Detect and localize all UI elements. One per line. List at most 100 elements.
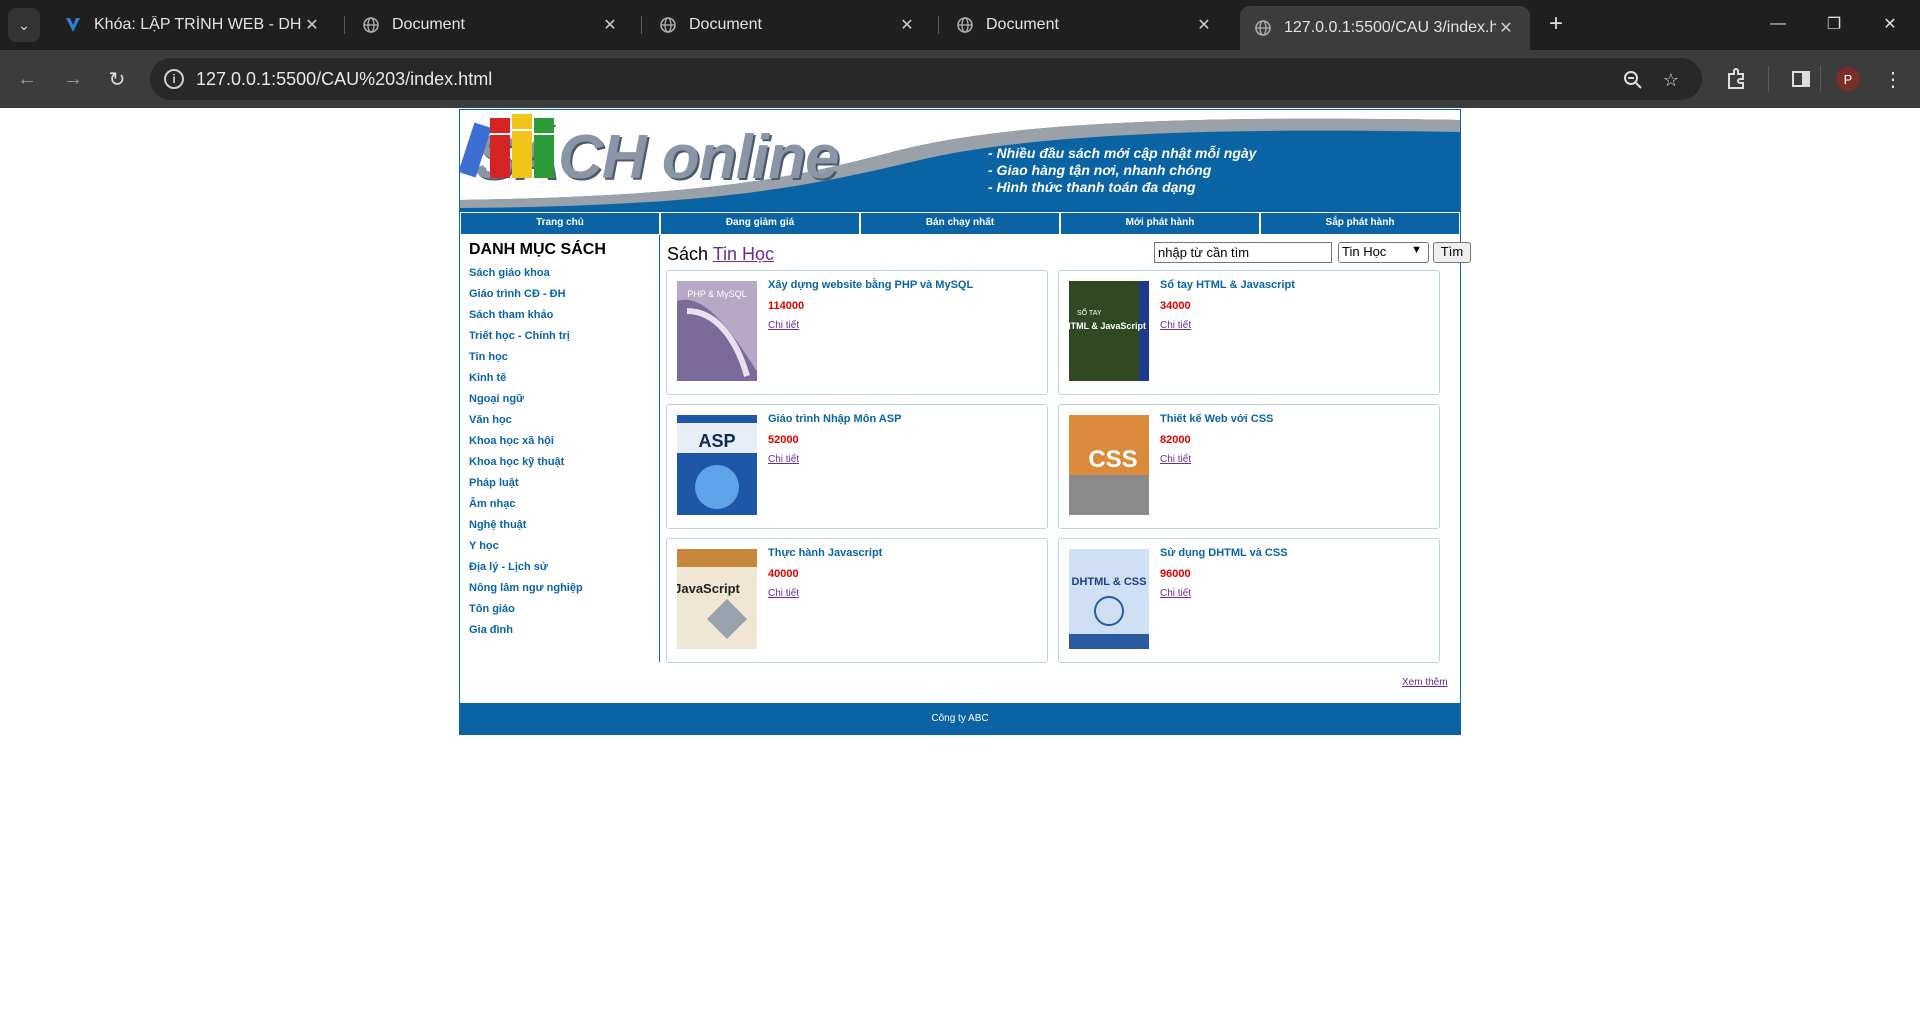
detail-link[interactable]: Chi tiết: [768, 320, 799, 331]
category-item[interactable]: Kinh tế: [469, 372, 583, 393]
page-title: Sách Tin Học: [667, 244, 774, 265]
new-tab-button[interactable]: +: [1542, 10, 1570, 38]
product-price: 52000: [768, 434, 799, 446]
product-card: CSS Thiết kế Web với CSS 82000 Chi tiết: [1058, 404, 1440, 529]
restore-button[interactable]: ❐: [1806, 0, 1862, 48]
info-icon[interactable]: i: [164, 69, 184, 89]
product-title[interactable]: Thiết kế Web với CSS: [1160, 413, 1273, 425]
book-cover-image[interactable]: DHTML & CSS: [1069, 549, 1149, 649]
svg-text:JavaScript: JavaScript: [677, 581, 741, 596]
category-item[interactable]: Sách tham khảo: [469, 309, 583, 330]
category-item[interactable]: Ngoại ngữ: [469, 393, 583, 414]
reload-button[interactable]: ↻: [100, 62, 134, 96]
category-item[interactable]: Y học: [469, 540, 583, 561]
category-item[interactable]: Khoa học xã hội: [469, 435, 583, 456]
profile-avatar[interactable]: P: [1836, 67, 1860, 91]
category-item[interactable]: Nghệ thuật: [469, 519, 583, 540]
product-title[interactable]: Giáo trình Nhập Môn ASP: [768, 413, 901, 425]
book-cover-image[interactable]: JavaScript: [677, 549, 757, 649]
category-item[interactable]: Gia đình: [469, 624, 583, 645]
back-button[interactable]: ←: [10, 62, 44, 96]
tab-active-index[interactable]: 127.0.0.1:5500/CAU 3/index.htm ✕: [1240, 6, 1530, 50]
side-panel-icon[interactable]: [1784, 62, 1818, 96]
close-icon[interactable]: ✕: [897, 15, 917, 35]
detail-link[interactable]: Chi tiết: [1160, 454, 1191, 465]
menu-item-discount[interactable]: Đang giảm giá: [660, 213, 860, 235]
main-menu: Trang chủ Đang giảm giá Bán chạy nhất Mớ…: [460, 213, 1460, 235]
detail-link[interactable]: Chi tiết: [1160, 588, 1191, 599]
view-more-link[interactable]: Xem thêm: [1402, 677, 1448, 688]
product-title[interactable]: Thực hành Javascript: [768, 547, 882, 559]
sidebar-title: DANH MỤC SÁCH: [469, 241, 606, 258]
product-price: 96000: [1160, 568, 1191, 580]
address-bar[interactable]: i 127.0.0.1:5500/CAU%203/index.html ☆: [150, 58, 1702, 100]
product-card: PHP & MySQL Xây dựng website bằng PHP và…: [666, 270, 1048, 395]
product-price: 40000: [768, 568, 799, 580]
category-item[interactable]: Giáo trình CĐ - ĐH: [469, 288, 583, 309]
books-icon: [460, 114, 554, 178]
category-item[interactable]: Sách giáo khoa: [469, 267, 583, 288]
book-cover-image[interactable]: ASP: [677, 415, 757, 515]
forward-button[interactable]: →: [56, 62, 90, 96]
close-icon[interactable]: ✕: [1194, 15, 1214, 35]
chevron-down-icon: ▼: [1411, 244, 1422, 256]
product-title[interactable]: Sử dụng DHTML và CSS: [1160, 547, 1288, 559]
tab-title: Document: [689, 16, 762, 33]
tab-course[interactable]: Khóa: LẬP TRÌNH WEB - DH22 - ✕: [50, 6, 336, 44]
category-item[interactable]: Âm nhạc: [469, 498, 583, 519]
category-item[interactable]: Văn học: [469, 414, 583, 435]
tab-document-1[interactable]: Document ✕: [348, 6, 634, 44]
category-item[interactable]: Khoa học kỹ thuật: [469, 456, 583, 477]
detail-link[interactable]: Chi tiết: [768, 588, 799, 599]
slogan-list: - Nhiều đầu sách mới cập nhật mỗi ngày -…: [988, 145, 1256, 196]
close-icon[interactable]: ✕: [1496, 18, 1516, 38]
main-content: Sách Tin Học Tin Học ▼ Tìm PHP & MySQL Xâ…: [661, 235, 1471, 663]
menu-item-home[interactable]: Trang chủ: [460, 213, 660, 235]
menu-item-bestseller[interactable]: Bán chạy nhất: [860, 213, 1060, 235]
close-window-button[interactable]: ✕: [1862, 0, 1918, 48]
slogan-line: - Nhiều đầu sách mới cập nhật mỗi ngày: [988, 145, 1257, 161]
star-icon[interactable]: ☆: [1660, 69, 1682, 91]
tab-document-3[interactable]: Document ✕: [942, 6, 1228, 44]
menu-item-new-release[interactable]: Mới phát hành: [1060, 213, 1260, 235]
globe-icon: [363, 17, 379, 33]
menu-item-coming-soon[interactable]: Sắp phát hành: [1260, 213, 1460, 235]
zoom-icon[interactable]: [1622, 69, 1644, 91]
product-title[interactable]: Sổ tay HTML & Javascript: [1160, 279, 1295, 291]
tab-search-button[interactable]: ⌄: [8, 8, 40, 42]
toolbar-separator: [1768, 66, 1769, 92]
category-item[interactable]: Tôn giáo: [469, 603, 583, 624]
book-cover-image[interactable]: CSS: [1069, 415, 1149, 515]
extensions-icon[interactable]: [1719, 62, 1753, 96]
book-cover-image[interactable]: SỔ TAY HTML & JavaScript: [1069, 281, 1149, 381]
category-item[interactable]: Triết học - Chính trị: [469, 330, 583, 351]
product-title[interactable]: Xây dựng website bằng PHP và MySQL: [768, 279, 973, 291]
heading-category-link[interactable]: Tin Học: [713, 244, 774, 264]
close-icon[interactable]: ✕: [600, 15, 620, 35]
svg-text:PHP & MySQL: PHP & MySQL: [687, 289, 746, 299]
tab-title: 127.0.0.1:5500/CAU 3/index.htm: [1284, 19, 1496, 36]
minimize-button[interactable]: —: [1750, 0, 1806, 48]
product-card: JavaScript Thực hành Javascript 40000 Ch…: [666, 538, 1048, 663]
search-input[interactable]: [1154, 242, 1332, 263]
category-item[interactable]: Nông lâm ngư nghiệp: [469, 582, 583, 603]
category-item[interactable]: Tin học: [469, 351, 583, 372]
search-button[interactable]: Tìm: [1433, 242, 1471, 263]
category-select[interactable]: Tin Học ▼: [1338, 242, 1429, 263]
category-item[interactable]: Địa lý - Lịch sử: [469, 561, 583, 582]
toolbar-separator: [1820, 66, 1821, 92]
browser-toolbar: ← → ↻ i 127.0.0.1:5500/CAU%203/index.htm…: [0, 50, 1920, 108]
heading-prefix: Sách: [667, 244, 713, 264]
more-menu-icon[interactable]: ⋮: [1876, 62, 1910, 96]
category-list: Sách giáo khoa Giáo trình CĐ - ĐH Sách t…: [469, 267, 583, 645]
svg-text:HTML & JavaScript: HTML & JavaScript: [1069, 321, 1146, 331]
book-cover-image[interactable]: PHP & MySQL: [677, 281, 757, 381]
detail-link[interactable]: Chi tiết: [768, 454, 799, 465]
category-item[interactable]: Pháp luật: [469, 477, 583, 498]
product-card: DHTML & CSS Sử dụng DHTML và CSS 96000 C…: [1058, 538, 1440, 663]
tab-document-2[interactable]: Document ✕: [645, 6, 931, 44]
slogan-line: - Hình thức thanh toán đa dạng: [988, 179, 1196, 195]
detail-link[interactable]: Chi tiết: [1160, 320, 1191, 331]
product-card: ASP Giáo trình Nhập Môn ASP 52000 Chi ti…: [666, 404, 1048, 529]
close-icon[interactable]: ✕: [302, 15, 322, 35]
